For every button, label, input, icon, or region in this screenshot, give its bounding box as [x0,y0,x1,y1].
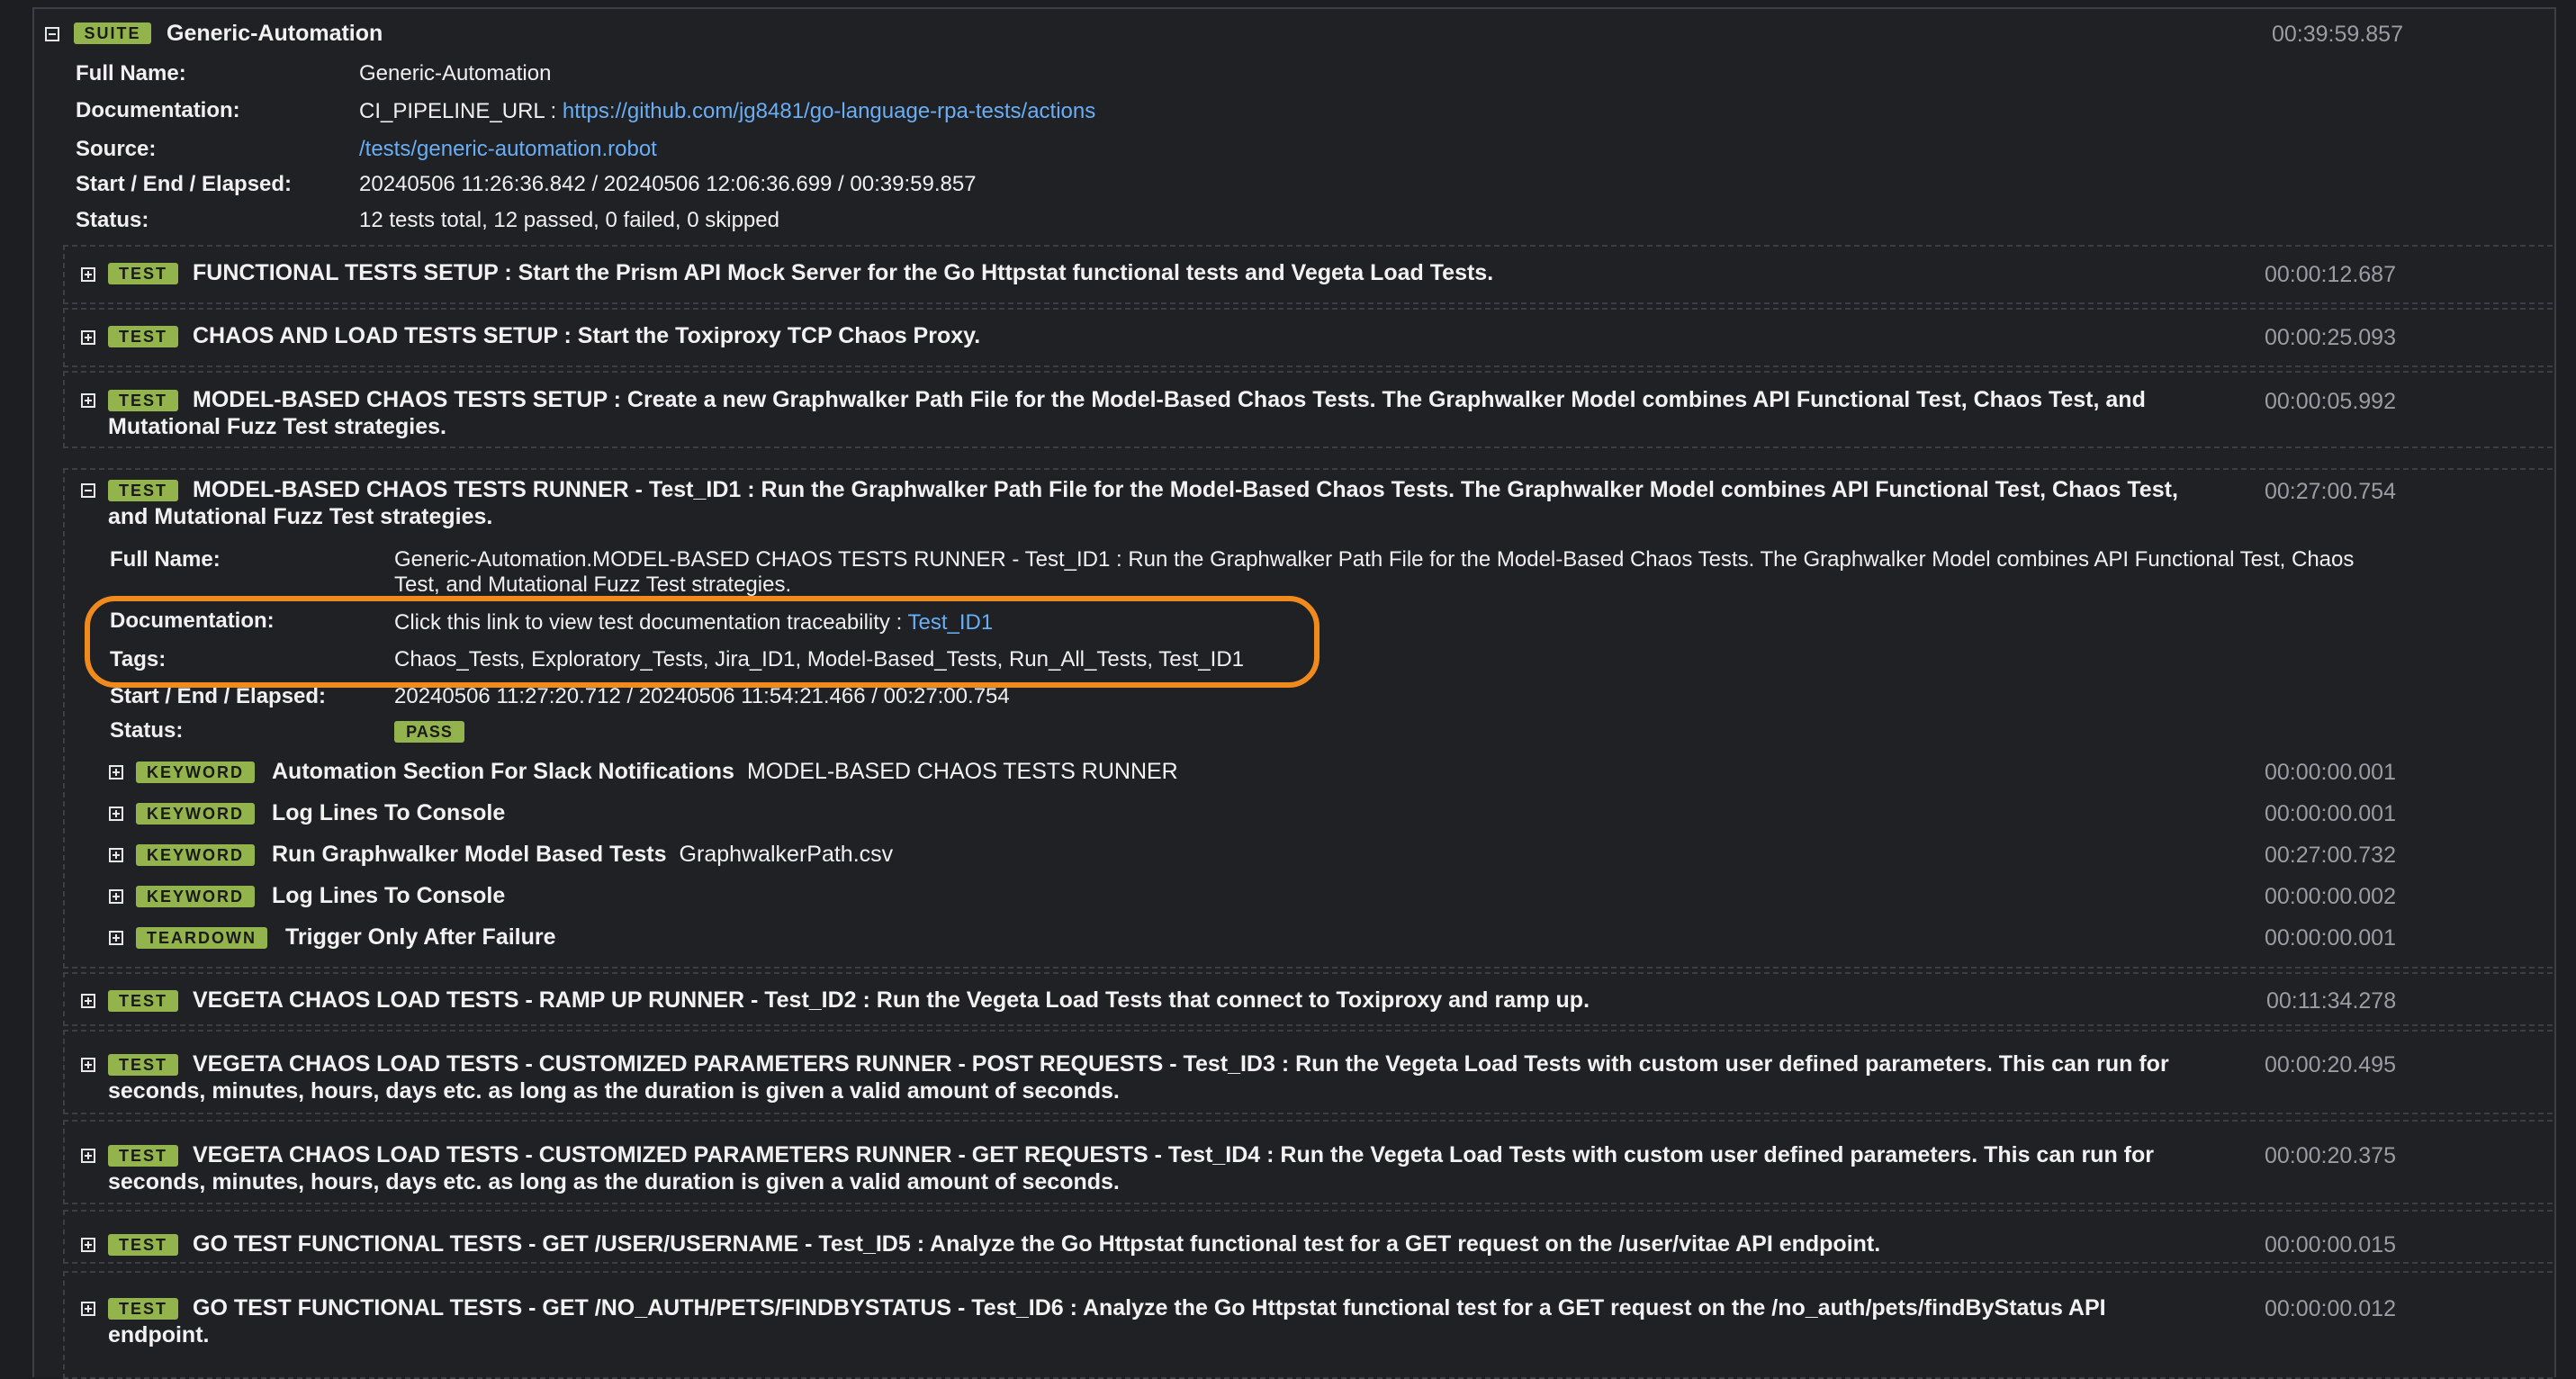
test-tags-label: Tags: [110,647,167,671]
pass-badge: PASS [394,721,464,743]
test-title-continued: and Mutational Fuzz Test strategies. [108,504,493,529]
test-title[interactable]: MODEL-BASED CHAOS TESTS RUNNER - Test_ID… [193,476,2178,503]
suite-source-label: Source: [76,137,157,161]
test-documentation: Click this link to view test documentati… [394,610,993,635]
suite-doc-prefix: CI_PIPELINE_URL : [359,99,557,123]
expand-keyword-icon[interactable] [109,848,123,862]
test-title-continued: seconds, minutes, hours, days etc. as lo… [108,1169,1120,1194]
keyword-row[interactable]: Log Lines To Console [272,882,505,909]
expand-teardown-icon[interactable] [109,931,123,945]
expand-test-icon[interactable] [81,267,95,282]
keyword-elapsed: 00:00:00.001 [2265,760,2396,785]
test-full-name-label: Full Name: [110,547,221,572]
suite-start-end: 20240506 11:26:36.842 / 20240506 12:06:3… [359,172,977,196]
keyword-elapsed: 00:00:00.001 [2265,801,2396,826]
test-full-name-continued: Test, and Mutational Fuzz Test strategie… [394,572,792,597]
suite-full-name: Generic-Automation [359,61,552,86]
test-badge: TEST [108,990,178,1012]
expand-test-icon[interactable] [81,1238,95,1252]
keyword-row[interactable]: Automation Section For Slack Notificatio… [272,758,1178,785]
test-elapsed: 00:00:12.687 [2265,262,2396,287]
suite-elapsed: 00:39:59.857 [2272,22,2403,47]
ci-pipeline-link[interactable]: https://github.com/jg8481/go-language-rp… [563,99,1095,123]
test-title-continued: seconds, minutes, hours, days etc. as lo… [108,1078,1120,1104]
test-badge: TEST [108,326,178,347]
expand-test-icon[interactable] [81,330,95,345]
suite-documentation-label: Documentation: [76,98,240,122]
test-elapsed: 00:00:05.992 [2265,389,2396,414]
test-doc-prefix: Click this link to view test documentati… [394,610,903,635]
keyword-arg: GraphwalkerPath.csv [679,842,894,867]
test-elapsed: 00:00:00.015 [2265,1232,2396,1257]
suite-source-link[interactable]: /tests/generic-automation.robot [359,137,657,162]
test-elapsed: 00:00:25.093 [2265,325,2396,350]
test-badge: TEST [108,480,178,501]
teardown-name: Trigger Only After Failure [285,924,556,950]
keyword-badge: KEYWORD [136,886,255,907]
test-status-label: Status: [110,718,184,743]
test-block [63,1271,2553,1379]
keyword-elapsed: 00:27:00.732 [2265,843,2396,868]
test-title-continued: Mutational Fuzz Test strategies. [108,414,446,439]
suite-badge: SUITE [74,23,151,44]
test-badge: TEST [108,390,178,411]
test-title[interactable]: MODEL-BASED CHAOS TESTS SETUP : Create a… [193,386,2146,413]
keyword-name: Log Lines To Console [272,800,506,825]
teardown-row[interactable]: Trigger Only After Failure [285,924,556,951]
test-title-continued: endpoint. [108,1322,210,1347]
suite-full-name-label: Full Name: [76,61,186,86]
suite-status: 12 tests total, 12 passed, 0 failed, 0 s… [359,208,779,232]
test-badge: TEST [108,263,178,284]
test-elapsed: 00:27:00.754 [2265,479,2396,504]
expand-test-icon[interactable] [81,1149,95,1163]
test-title[interactable]: VEGETA CHAOS LOAD TESTS - RAMP UP RUNNER… [193,987,1590,1014]
test-elapsed: 00:11:34.278 [2266,988,2397,1014]
test-full-name: Generic-Automation.MODEL-BASED CHAOS TES… [394,547,2355,572]
teardown-badge: TEARDOWN [136,927,267,949]
test-badge: TEST [108,1054,178,1076]
test-title[interactable]: VEGETA CHAOS LOAD TESTS - CUSTOMIZED PAR… [193,1050,2169,1077]
test-tags: Chaos_Tests, Exploratory_Tests, Jira_ID1… [394,647,1244,671]
test-title[interactable]: GO TEST FUNCTIONAL TESTS - GET /USER/USE… [193,1230,1880,1257]
test-elapsed: 00:00:20.375 [2265,1143,2396,1168]
expand-keyword-icon[interactable] [109,765,123,780]
test-badge: TEST [108,1234,178,1256]
expand-keyword-icon[interactable] [109,889,123,904]
test-id1-link[interactable]: Test_ID1 [907,610,993,635]
test-badge: TEST [108,1298,178,1320]
keyword-row[interactable]: Log Lines To Console [272,799,505,826]
expand-test-icon[interactable] [81,1302,95,1316]
expand-test-icon[interactable] [81,994,95,1008]
expand-keyword-icon[interactable] [109,807,123,821]
collapse-test-icon[interactable] [81,483,95,498]
test-documentation-label: Documentation: [110,608,275,633]
keyword-name: Log Lines To Console [272,883,506,908]
keyword-badge: KEYWORD [136,844,255,866]
test-start-end: 20240506 11:27:20.712 / 20240506 11:54:2… [394,684,1010,708]
keyword-badge: KEYWORD [136,762,255,783]
suite-name[interactable]: Generic-Automation [167,20,383,47]
test-start-end-label: Start / End / Elapsed: [110,684,327,708]
suite-status-label: Status: [76,208,149,232]
keyword-badge: KEYWORD [136,803,255,825]
keyword-name: Automation Section For Slack Notificatio… [272,759,734,784]
test-title[interactable]: GO TEST FUNCTIONAL TESTS - GET /NO_AUTH/… [193,1294,2106,1321]
suite-start-end-label: Start / End / Elapsed: [76,172,293,196]
test-badge: TEST [108,1145,178,1167]
expand-test-icon[interactable] [81,1058,95,1072]
test-title[interactable]: FUNCTIONAL TESTS SETUP : Start the Prism… [193,259,1493,286]
expand-test-icon[interactable] [81,393,95,408]
keyword-row[interactable]: Run Graphwalker Model Based Tests Graphwa… [272,841,893,868]
test-title[interactable]: VEGETA CHAOS LOAD TESTS - CUSTOMIZED PAR… [193,1141,2154,1168]
keyword-arg: MODEL-BASED CHAOS TESTS RUNNER [746,759,1178,784]
keyword-elapsed: 00:00:00.002 [2265,884,2396,909]
keyword-name: Run Graphwalker Model Based Tests [272,842,667,867]
test-elapsed: 00:00:20.495 [2265,1052,2396,1077]
collapse-suite-icon[interactable] [45,27,59,41]
teardown-elapsed: 00:00:00.001 [2265,925,2396,951]
test-elapsed: 00:00:00.012 [2265,1296,2396,1321]
test-title[interactable]: CHAOS AND LOAD TESTS SETUP : Start the T… [193,322,980,349]
suite-documentation: CI_PIPELINE_URL : https://github.com/jg8… [359,99,1095,124]
